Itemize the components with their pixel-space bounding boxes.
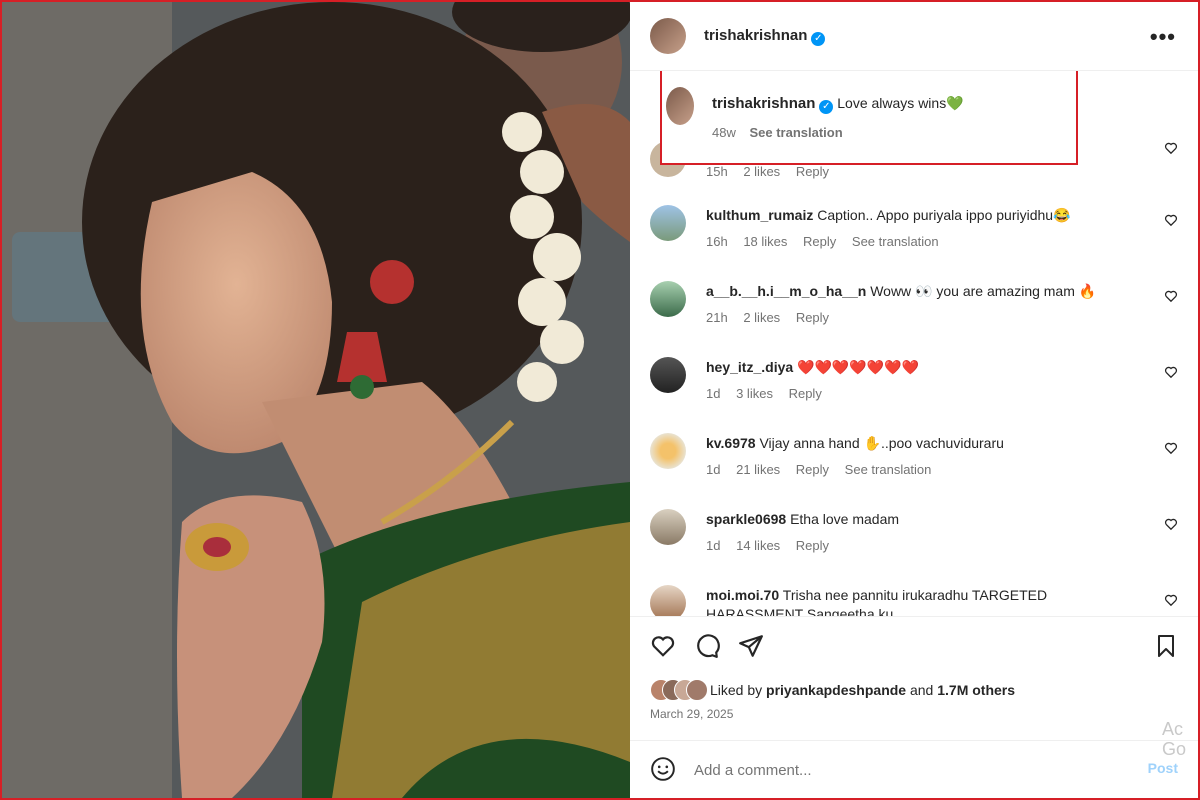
comment-avatar[interactable]: [650, 509, 686, 545]
comment-username[interactable]: hey_itz_.diya: [706, 359, 793, 375]
caption-emoji: 💚: [946, 95, 964, 111]
verified-badge-icon: ✓: [819, 100, 834, 114]
liked-by-user[interactable]: priyankapdeshpande: [766, 682, 906, 698]
share-paper-plane-icon[interactable]: [738, 633, 764, 659]
comment-text: ❤️❤️❤️❤️❤️❤️❤️: [797, 359, 920, 375]
comment-username[interactable]: moi.moi.70: [706, 587, 779, 603]
comment-username[interactable]: kulthum_rumaiz: [706, 207, 813, 223]
comment-text: Woww 👀 you are amazing mam 🔥: [870, 283, 1097, 299]
caption-username[interactable]: trishakrishnan: [712, 95, 815, 112]
comment-likes[interactable]: 18 likes: [743, 234, 787, 249]
comment-likes[interactable]: 14 likes: [736, 538, 780, 553]
liked-by-text: Liked by priyankapdeshpande and 1.7M oth…: [710, 682, 1015, 698]
liked-by-avatars[interactable]: [650, 679, 710, 701]
reply-link[interactable]: Reply: [796, 164, 829, 179]
activation-watermark: Ac Go: [1162, 719, 1187, 759]
add-comment-bar: Post Ac Go: [630, 719, 1198, 798]
comment-username[interactable]: kv.6978: [706, 435, 756, 451]
like-comment-icon[interactable]: [1164, 289, 1178, 303]
emoji-smiley-icon[interactable]: [650, 756, 676, 782]
comment-likes[interactable]: 21 likes: [736, 462, 780, 477]
like-comment-icon[interactable]: [1164, 441, 1178, 455]
like-comment-icon[interactable]: [1164, 365, 1178, 379]
comment-text: Vijay anna hand ✋..poo vachuviduraru: [759, 435, 1004, 451]
comment-avatar[interactable]: [650, 585, 686, 616]
post-photo: [2, 2, 630, 798]
see-translation-link[interactable]: See translation: [852, 234, 939, 249]
reply-link[interactable]: Reply: [803, 234, 836, 249]
save-bookmark-icon[interactable]: [1154, 633, 1178, 659]
author-avatar[interactable]: [650, 18, 686, 54]
like-comment-icon[interactable]: [1164, 517, 1178, 531]
caption-highlight: trishakrishnan ✓ Love always wins💚 48w Se…: [660, 71, 1078, 165]
reply-link[interactable]: Reply: [796, 310, 829, 325]
comment-meta: 1d 21 likes Reply See translation: [706, 460, 1146, 479]
comment-age: 1d: [706, 538, 721, 553]
like-comment-icon[interactable]: [1164, 213, 1178, 227]
comment-meta: 21h 2 likes Reply: [706, 308, 1146, 327]
caption-text-row: trishakrishnan ✓ Love always wins💚: [712, 95, 964, 114]
post-date: March 29, 2025: [650, 707, 734, 721]
caption-text: Love always wins: [837, 95, 947, 111]
liked-by-prefix: Liked by: [710, 682, 763, 698]
comment-row: kv.6978 Vijay anna hand ✋..poo vachuvidu…: [630, 429, 1198, 505]
reply-link[interactable]: Reply: [796, 462, 829, 477]
author-name-row: trishakrishnan ✓: [704, 27, 826, 46]
post-side-panel: trishakrishnan ✓ ••• 15h 2 likes Reply t…: [630, 2, 1198, 798]
comment-row: sparkle0698 Etha love madam 1d 14 likes …: [630, 505, 1198, 581]
comment-avatar[interactable]: [650, 281, 686, 317]
more-options-icon[interactable]: •••: [1150, 24, 1176, 50]
comment-likes[interactable]: 2 likes: [743, 164, 780, 179]
reply-link[interactable]: Reply: [796, 538, 829, 553]
comment-avatar[interactable]: [650, 205, 686, 241]
comment-meta: 1d 14 likes Reply: [706, 536, 1146, 555]
comment-text: Etha love madam: [790, 511, 900, 527]
comment-age: 21h: [706, 310, 728, 325]
comments-list[interactable]: 15h 2 likes Reply trishakrishnan ✓ Love a…: [630, 71, 1198, 616]
comment-age: 16h: [706, 234, 728, 249]
comment-likes[interactable]: 2 likes: [743, 310, 780, 325]
post-comment-button[interactable]: Post: [1148, 760, 1178, 776]
comment-row: kulthum_rumaiz Caption.. Appo puriyala i…: [630, 201, 1198, 277]
comment-row: a__b.__h.i__m_o_ha__n Woww 👀 you are ama…: [630, 277, 1198, 353]
comment-age: 15h: [706, 164, 728, 179]
verified-badge-icon: ✓: [811, 32, 826, 46]
comment-meta: 1d 3 likes Reply: [706, 384, 1146, 403]
reply-link[interactable]: Reply: [789, 386, 822, 401]
post-image-illustration: [2, 2, 630, 798]
comment-text: Caption.. Appo puriyala ippo puriyidhu😂: [817, 207, 1071, 223]
comment-avatar[interactable]: [650, 433, 686, 469]
comment-age: 1d: [706, 386, 721, 401]
caption-age: 48w: [712, 125, 736, 140]
comment-age: 1d: [706, 462, 721, 477]
comment-likes[interactable]: 3 likes: [736, 386, 773, 401]
caption-meta: 48w See translation: [712, 125, 843, 140]
comment-row: hey_itz_.diya ❤️❤️❤️❤️❤️❤️❤️ 1d 3 likes …: [630, 353, 1198, 429]
see-translation-link[interactable]: See translation: [845, 462, 932, 477]
comment-bubble-icon[interactable]: [694, 633, 720, 659]
comment-avatar[interactable]: [650, 357, 686, 393]
author-username[interactable]: trishakrishnan: [704, 27, 807, 44]
comment-row: moi.moi.70 Trisha nee pannitu irukaradhu…: [630, 581, 1198, 616]
comment-username[interactable]: a__b.__h.i__m_o_ha__n: [706, 283, 866, 299]
likes-count[interactable]: 1.7M others: [937, 682, 1015, 698]
like-comment-icon[interactable]: [1164, 141, 1178, 155]
comment-meta: 16h 18 likes Reply See translation: [706, 232, 1146, 251]
screenshot-frame: trishakrishnan ✓ ••• 15h 2 likes Reply t…: [0, 0, 1200, 800]
see-translation-link[interactable]: See translation: [749, 125, 842, 140]
comment-username[interactable]: sparkle0698: [706, 511, 786, 527]
liked-by-and: and: [909, 682, 934, 698]
like-heart-icon[interactable]: [650, 633, 676, 659]
add-comment-input[interactable]: [692, 757, 1116, 783]
post-header: trishakrishnan ✓ •••: [630, 2, 1198, 71]
like-comment-icon[interactable]: [1164, 593, 1178, 607]
caption-avatar[interactable]: [666, 87, 694, 125]
